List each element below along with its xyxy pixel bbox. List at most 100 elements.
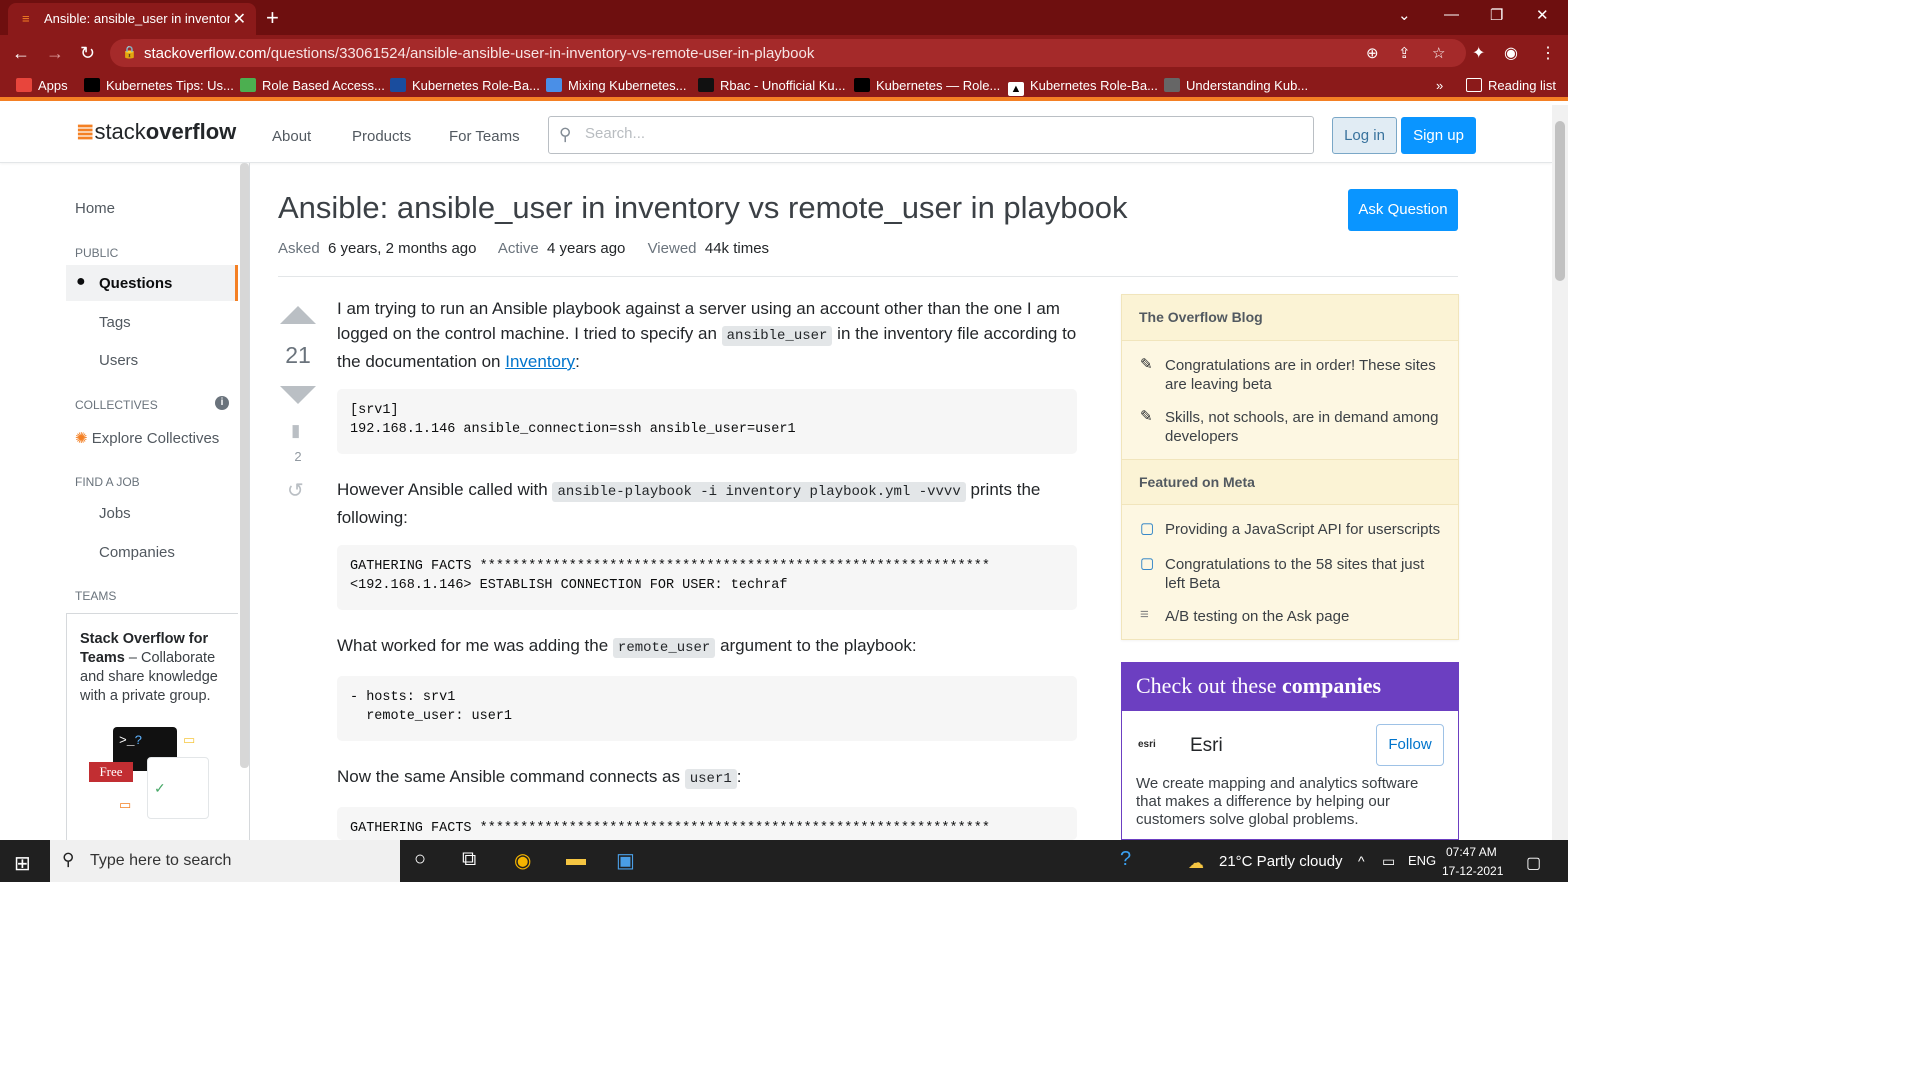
nav-tags[interactable]: Tags <box>99 314 131 331</box>
bookmark-apps[interactable]: Apps <box>16 78 68 93</box>
tray-chevron-icon[interactable]: ^ <box>1358 853 1365 869</box>
book-icon <box>698 78 714 92</box>
nav-for-teams[interactable]: For Teams <box>449 128 520 145</box>
bookmark-1[interactable]: Kubernetes Tips: Us... <box>84 78 234 93</box>
bookmark-icon[interactable]: ▮ <box>291 421 300 441</box>
windows-taskbar: ⊞ ⚲ Type here to search ○ ⧉ ◉ ▬ ▣ ? ☁ 21… <box>0 840 1568 882</box>
menu-icon[interactable]: ⋮ <box>1540 43 1556 63</box>
windows-start-icon[interactable]: ⊞ <box>14 851 31 876</box>
upvote-icon[interactable] <box>280 306 316 324</box>
inline-code: remote_user <box>612 638 716 658</box>
network-icon[interactable]: ▭ <box>1382 853 1395 870</box>
esri-logo: esri <box>1138 739 1156 750</box>
active-label: Active <box>497 240 539 257</box>
history-icon[interactable]: ↺ <box>287 478 304 503</box>
bookmarks-bar: Apps Kubernetes Tips: Us... Role Based A… <box>0 71 1568 101</box>
profile-avatar-icon[interactable]: ◉ <box>1504 43 1518 63</box>
inline-code: user1 <box>684 769 737 789</box>
tab-search-icon[interactable]: ⌄ <box>1398 6 1411 24</box>
close-window-icon[interactable]: ✕ <box>1536 6 1549 24</box>
login-button[interactable]: Log in <box>1332 117 1397 154</box>
task-view-icon[interactable]: ⧉ <box>462 848 476 871</box>
search-input[interactable] <box>585 125 1285 142</box>
nav-jobs[interactable]: Jobs <box>99 505 131 522</box>
signup-button[interactable]: Sign up <box>1401 117 1476 154</box>
clock-date[interactable]: 17-12-2021 <box>1442 864 1503 878</box>
clock-time[interactable]: 07:47 AM <box>1446 845 1497 859</box>
share-icon[interactable]: ⇪ <box>1398 44 1411 62</box>
star-icon[interactable]: ☆ <box>1432 44 1445 62</box>
meta-item[interactable]: A/B testing on the Ask page <box>1165 607 1445 626</box>
nav-explore-collectives[interactable]: ✺ Explore Collectives <box>75 429 219 447</box>
inventory-link[interactable]: Inventory <box>505 352 575 371</box>
bookmark-5[interactable]: Rbac - Unofficial Ku... <box>698 78 845 93</box>
globe-icon: ● <box>76 273 86 290</box>
scrollbar-thumb[interactable] <box>1555 121 1565 281</box>
bookmark-7[interactable]: ▲ Kubernetes Role-Ba... <box>1008 78 1158 96</box>
pencil-icon: ✎ <box>1140 408 1153 425</box>
site-icon <box>240 78 256 92</box>
bookmark-6[interactable]: Kubernetes — Role... <box>854 78 1000 93</box>
meta-item[interactable]: Providing a JavaScript API for userscrip… <box>1165 520 1445 539</box>
extensions-icon[interactable]: ✦ <box>1472 43 1485 63</box>
question-paragraph-3: What worked for me was adding the remote… <box>337 636 917 658</box>
bookmark-3[interactable]: Kubernetes Role-Ba... <box>390 78 540 93</box>
reading-list[interactable]: Reading list <box>1466 78 1556 93</box>
meta-item[interactable]: Congratulations to the 58 sites that jus… <box>1165 555 1445 593</box>
nav-home[interactable]: Home <box>75 200 115 217</box>
active-value[interactable]: 4 years ago <box>547 240 625 257</box>
bookmark-4[interactable]: Mixing Kubernetes... <box>546 78 687 93</box>
chrome-icon[interactable]: ◉ <box>514 848 531 873</box>
taskbar-search[interactable]: ⚲ Type here to search <box>50 840 400 882</box>
company-name[interactable]: Esri <box>1190 735 1223 757</box>
nav-companies[interactable]: Companies <box>99 544 175 561</box>
photos-icon[interactable]: ▣ <box>616 848 635 873</box>
address-bar[interactable]: 🔒 stackoverflow.com/questions/33061524/a… <box>110 39 1466 67</box>
ask-question-button[interactable]: Ask Question <box>1348 189 1458 231</box>
browser-tabbar: ≡ Ansible: ansible_user in inventory ✕ +… <box>0 0 1568 35</box>
section-collectives: COLLECTIVES <box>75 398 158 412</box>
language-indicator[interactable]: ENG <box>1408 853 1436 868</box>
restore-icon[interactable]: ❐ <box>1490 6 1503 24</box>
zoom-icon[interactable]: ⊕ <box>1366 44 1379 62</box>
help-icon[interactable]: ? <box>1120 848 1131 871</box>
bookmark-2[interactable]: Role Based Access... <box>240 78 385 93</box>
blog-item[interactable]: Congratulations are in order! These site… <box>1165 356 1445 394</box>
follow-button[interactable]: Follow <box>1376 724 1444 766</box>
site-icon: ▲ <box>1008 82 1024 96</box>
chat-bubble-icon: ▭ <box>183 732 196 747</box>
file-explorer-icon[interactable]: ▬ <box>566 848 586 871</box>
nav-questions[interactable]: ● Questions <box>66 265 238 301</box>
bookmark-8[interactable]: Understanding Kub... <box>1164 78 1308 93</box>
more-bookmarks-icon[interactable]: » <box>1436 78 1443 93</box>
search-box[interactable]: ⚲ <box>548 116 1314 154</box>
reload-icon[interactable]: ↻ <box>80 43 95 64</box>
stackoverflow-logo[interactable]: ≣stackoverflow <box>76 119 236 145</box>
downvote-icon[interactable] <box>280 386 316 404</box>
logo-text-stack: stack <box>94 119 146 144</box>
weather-text[interactable]: 21°C Partly cloudy <box>1219 853 1343 870</box>
question-title[interactable]: Ansible: ansible_user in inventory vs re… <box>278 190 1128 226</box>
info-icon[interactable]: i <box>215 396 229 410</box>
nav-products[interactable]: Products <box>352 128 411 145</box>
forward-icon[interactable]: → <box>46 43 64 64</box>
blog-item[interactable]: Skills, not schools, are in demand among… <box>1165 408 1445 446</box>
nav-users[interactable]: Users <box>99 352 138 369</box>
cortana-icon[interactable]: ○ <box>414 848 426 871</box>
checklist-illustration-icon: ✓ <box>147 757 209 819</box>
nav-about[interactable]: About <box>272 128 311 145</box>
section-public: PUBLIC <box>75 246 119 260</box>
asked-value: 6 years, 2 months ago <box>328 240 477 257</box>
close-tab-icon[interactable]: ✕ <box>233 9 246 29</box>
blog-header: The Overflow Blog <box>1122 295 1458 341</box>
pencil-icon: ✎ <box>1140 356 1153 373</box>
notifications-icon[interactable]: ▢ <box>1526 853 1541 873</box>
browser-tab[interactable]: ≡ Ansible: ansible_user in inventory ✕ <box>8 3 256 35</box>
left-scrollbar[interactable] <box>240 163 249 768</box>
back-icon[interactable]: ← <box>12 43 30 64</box>
page-scrollbar[interactable] <box>1552 105 1568 840</box>
minimize-icon[interactable]: — <box>1444 6 1459 23</box>
section-teams: TEAMS <box>75 589 117 603</box>
viewed-value: 44k times <box>704 240 770 257</box>
new-tab-button[interactable]: + <box>266 5 279 31</box>
